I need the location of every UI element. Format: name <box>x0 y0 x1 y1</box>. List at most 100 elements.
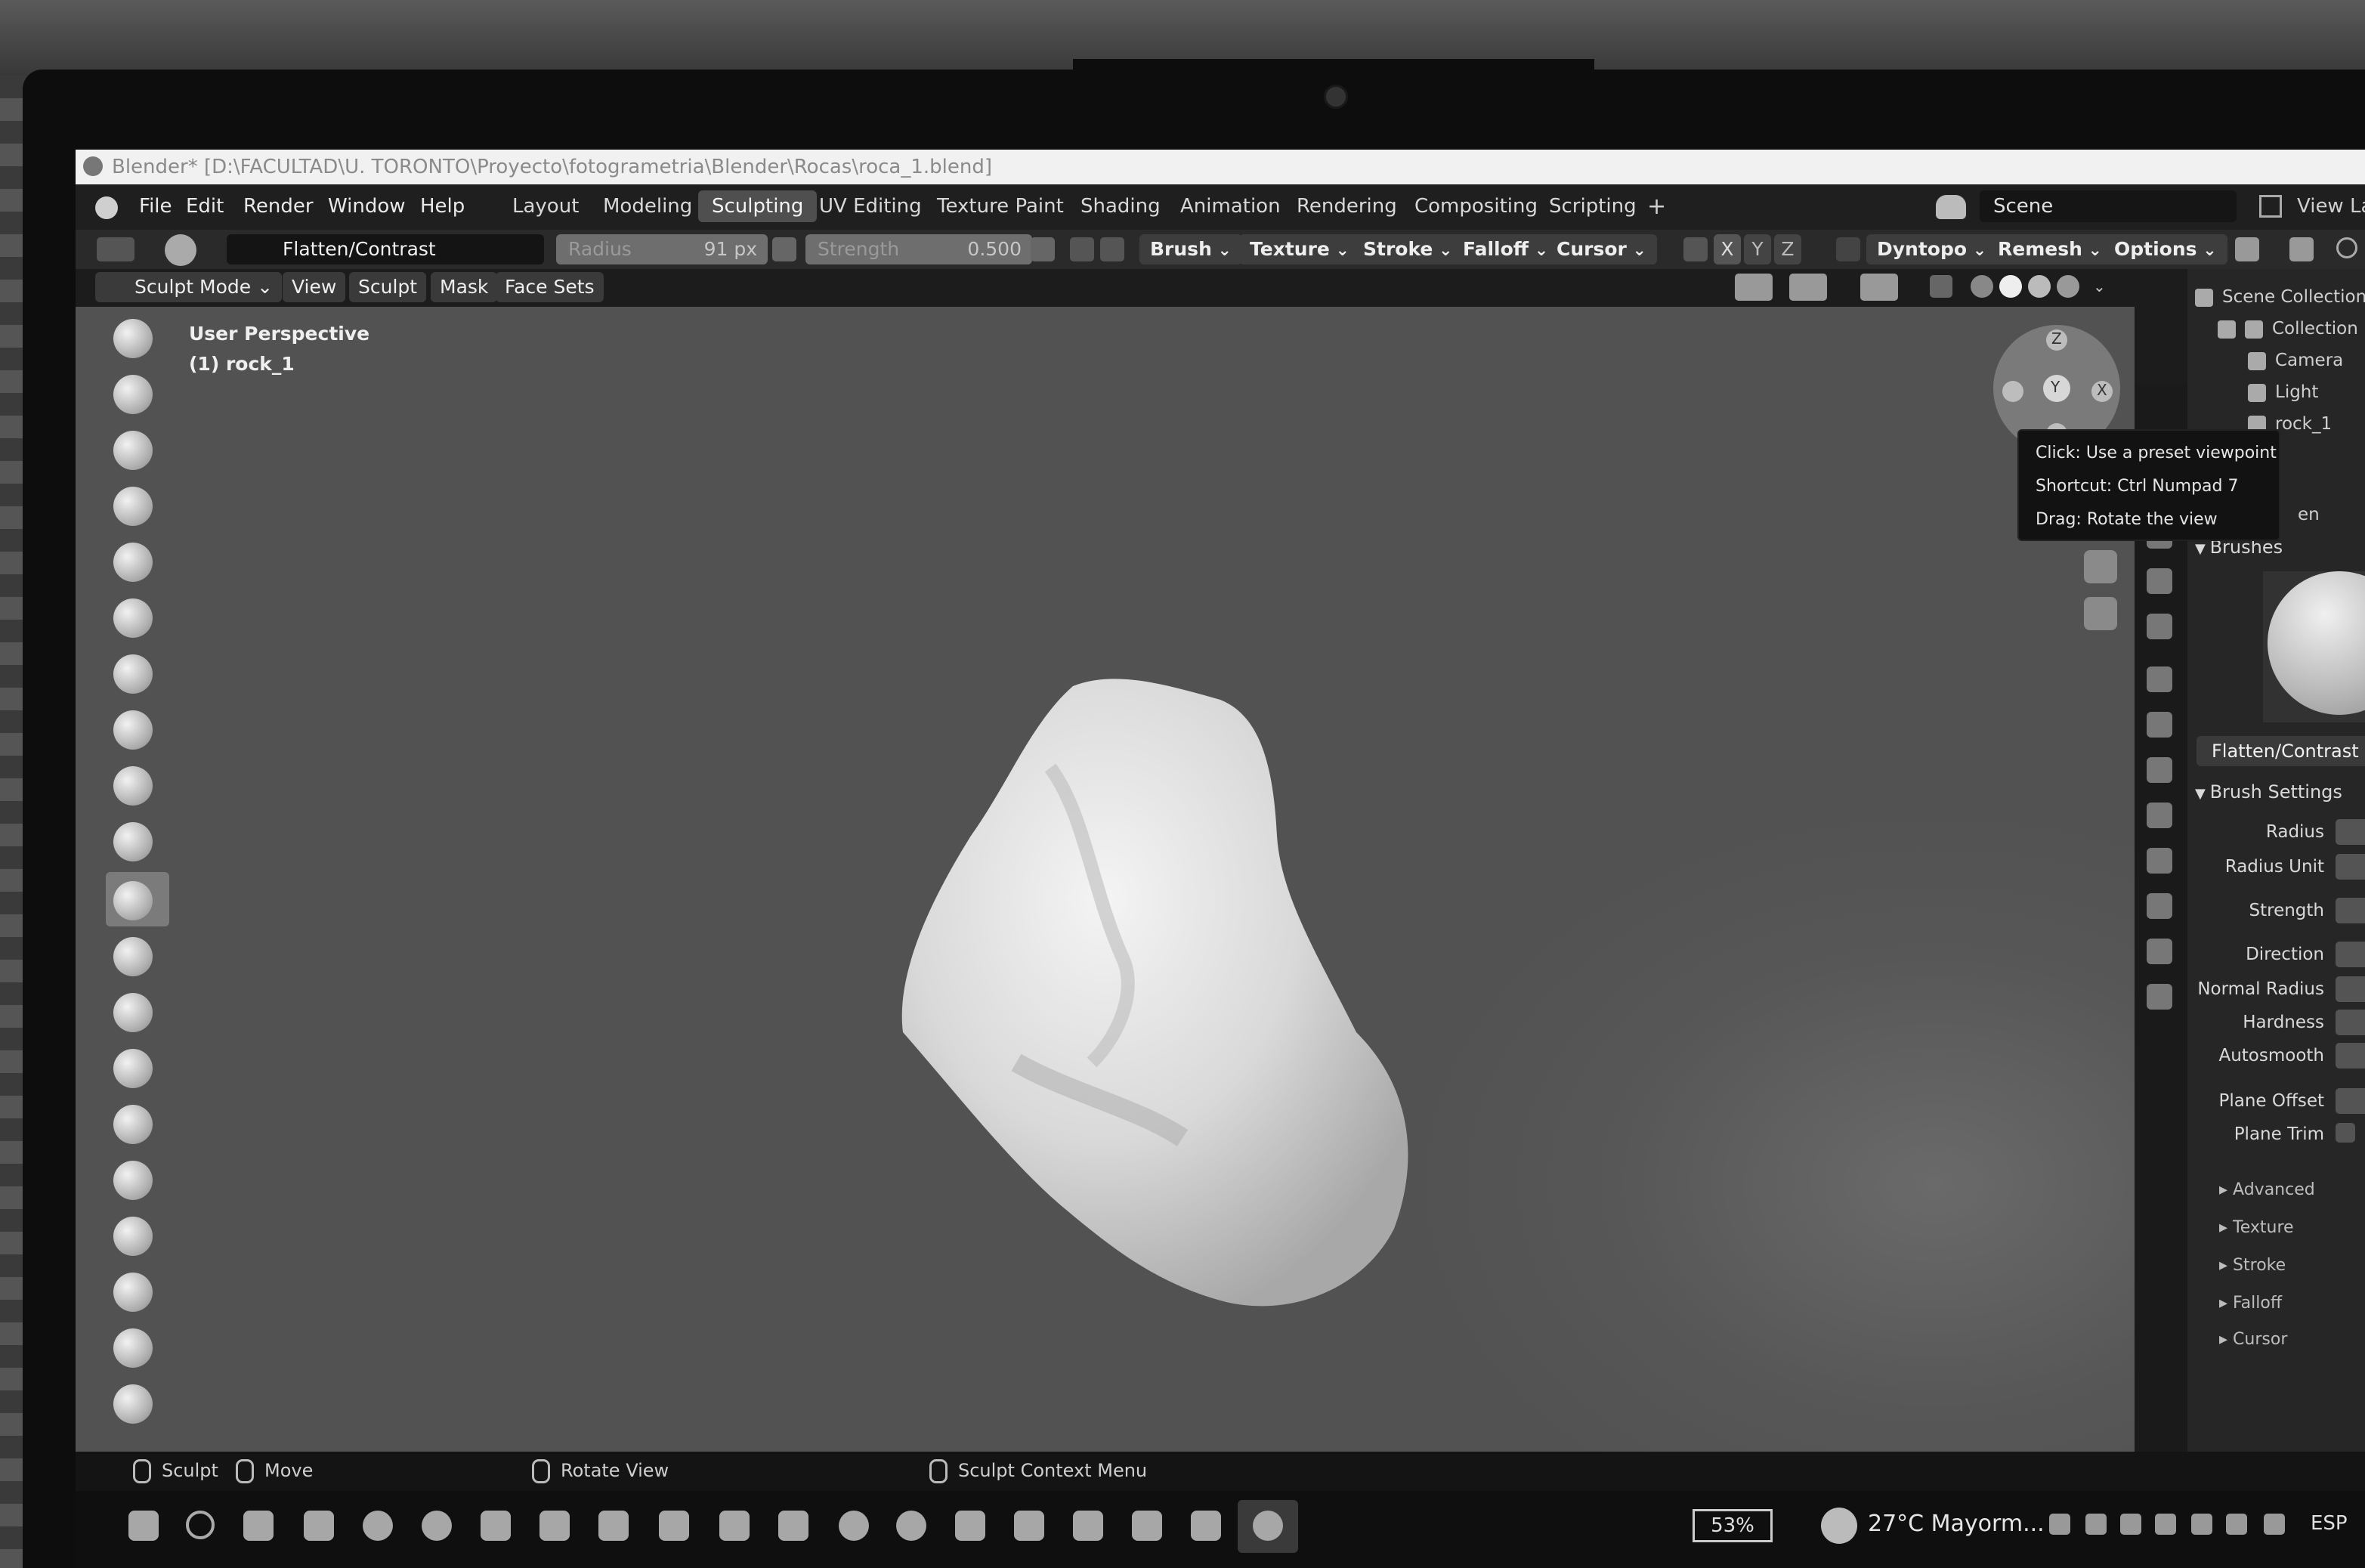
symmetry-icon[interactable] <box>1683 237 1708 261</box>
flatten-brush-icon[interactable] <box>113 881 153 920</box>
clay-brush-icon[interactable] <box>113 431 153 470</box>
menu-view[interactable]: View <box>283 272 346 302</box>
subtract-direction-icon[interactable] <box>1100 237 1124 261</box>
brush-dropdown[interactable]: Brush <box>1139 234 1242 264</box>
radius-slider[interactable]: Radius 91 px <box>556 234 768 264</box>
battery-indicator[interactable]: 53% <box>1693 1509 1773 1542</box>
wireframe-shading-icon[interactable] <box>1971 275 1993 298</box>
smooth-brush-icon[interactable] <box>113 822 153 861</box>
menu-mask[interactable]: Mask <box>431 272 498 302</box>
grab-brush-icon[interactable] <box>113 1161 153 1200</box>
app-icon[interactable] <box>481 1511 511 1541</box>
windows-start-icon[interactable] <box>128 1511 159 1541</box>
multiplane-scrape-brush-icon[interactable] <box>113 1049 153 1088</box>
world-props-icon[interactable] <box>2147 614 2172 639</box>
solid-shading-icon[interactable] <box>1999 275 2022 298</box>
crease-brush-icon[interactable] <box>113 766 153 806</box>
brush-sphere-icon[interactable] <box>165 234 196 266</box>
language-indicator[interactable]: ESP <box>2311 1512 2348 1535</box>
visibility-icon[interactable] <box>1735 274 1773 301</box>
viewport-gizmo-icon[interactable] <box>1789 274 1827 301</box>
gizmo-x-axis[interactable]: X <box>2091 381 2113 402</box>
menu-window[interactable]: Window <box>328 195 406 218</box>
clay-thumb-brush-icon[interactable] <box>113 543 153 582</box>
3d-viewport[interactable]: User Perspective (1) rock_1 Z Y X <box>76 307 2135 1452</box>
modifier-props-icon[interactable] <box>2147 757 2172 783</box>
radius-unit-prop-field[interactable] <box>2336 854 2365 880</box>
material-shading-icon[interactable] <box>2028 275 2051 298</box>
scrape-brush-icon[interactable] <box>113 993 153 1032</box>
brush-name-display[interactable]: Flatten/Contrast <box>2197 736 2365 766</box>
volume-icon[interactable] <box>2226 1514 2247 1535</box>
ortho-toggle-icon[interactable] <box>2084 597 2117 630</box>
blob-brush-icon[interactable] <box>113 710 153 750</box>
task-view-icon[interactable] <box>243 1511 274 1541</box>
stroke-dropdown[interactable]: Stroke <box>1353 234 1464 264</box>
photos-icon[interactable] <box>1073 1511 1103 1541</box>
snake-hook-brush-icon[interactable] <box>113 1273 153 1312</box>
falloff-subpanel[interactable]: Falloff <box>2219 1294 2282 1313</box>
outliner-collection[interactable]: Collection <box>2218 319 2358 339</box>
blender-taskbar-icon[interactable] <box>1253 1511 1283 1541</box>
menu-edit[interactable]: Edit <box>186 195 224 218</box>
plane-offset-prop-field[interactable] <box>2336 1088 2365 1114</box>
dyntopo-checkbox[interactable] <box>1836 237 1860 261</box>
layer-brush-icon[interactable] <box>113 598 153 638</box>
scene-props-icon[interactable] <box>2147 568 2172 594</box>
normal-radius-prop-field[interactable] <box>2336 976 2365 1002</box>
pinch-brush-icon[interactable] <box>113 1105 153 1144</box>
wifi-icon[interactable] <box>2191 1514 2212 1535</box>
rendered-shading-icon[interactable] <box>2057 275 2079 298</box>
tab-modeling[interactable]: Modeling <box>589 190 706 222</box>
axis-z-toggle[interactable]: Z <box>1774 234 1801 264</box>
view-layer-icon[interactable] <box>2259 195 2282 218</box>
brush-name-field[interactable]: Flatten/Contrast <box>227 234 544 264</box>
menu-sculpt[interactable]: Sculpt <box>349 272 427 302</box>
menu-render[interactable]: Render <box>243 195 314 218</box>
visual-studio-code-icon[interactable] <box>539 1511 570 1541</box>
mode-selector[interactable]: Sculpt Mode ⌄ <box>95 272 283 302</box>
cursor-subpanel[interactable]: Cursor <box>2219 1330 2287 1349</box>
tray-icon[interactable] <box>2085 1514 2107 1535</box>
strength-prop-field[interactable] <box>2336 898 2365 923</box>
particles-props-icon[interactable] <box>2147 803 2172 828</box>
tab-uv-editing[interactable]: UV Editing <box>805 190 935 222</box>
outliner-scene-collection[interactable]: Scene Collection <box>2195 287 2365 307</box>
radius-prop-field[interactable] <box>2336 819 2365 845</box>
draw-brush-icon[interactable] <box>113 319 153 358</box>
xray-icon[interactable] <box>1930 275 1952 298</box>
app-icon[interactable] <box>839 1511 869 1541</box>
fill-brush-icon[interactable] <box>113 937 153 976</box>
search-icon[interactable] <box>2336 237 2357 258</box>
advanced-subpanel[interactable]: Advanced <box>2219 1180 2315 1199</box>
blender-menu-icon[interactable] <box>95 196 118 219</box>
file-explorer-icon[interactable] <box>304 1511 334 1541</box>
app-icon[interactable] <box>1132 1511 1162 1541</box>
checkbox-icon[interactable] <box>2218 320 2236 339</box>
app-icon[interactable] <box>659 1511 689 1541</box>
tab-scripting[interactable]: Scripting <box>1535 190 1650 222</box>
dyntopo-dropdown[interactable]: Dyntopo <box>1866 234 1998 264</box>
battery-icon[interactable] <box>2155 1514 2176 1535</box>
elastic-deform-brush-icon[interactable] <box>113 1217 153 1256</box>
view-layer-label[interactable]: View Lay <box>2297 195 2365 218</box>
add-direction-icon[interactable] <box>1070 237 1094 261</box>
texture-dropdown[interactable]: Texture <box>1239 234 1360 264</box>
brush-settings-header[interactable]: Brush Settings <box>2195 781 2342 803</box>
app-icon[interactable] <box>1191 1511 1221 1541</box>
draw-sharp-brush-icon[interactable] <box>113 375 153 414</box>
illustrator-icon[interactable] <box>955 1511 985 1541</box>
scene-icon[interactable] <box>1936 195 1966 219</box>
overlays-icon[interactable] <box>1860 274 1898 301</box>
tray-icon[interactable] <box>2264 1514 2285 1535</box>
shading-dropdown-icon[interactable]: ⌄ <box>2093 279 2110 294</box>
physics-props-icon[interactable] <box>2147 848 2172 874</box>
gizmo-y-axis[interactable]: Y <box>2043 375 2070 402</box>
tab-layout[interactable]: Layout <box>499 190 592 222</box>
gizmo-z-axis[interactable]: Z <box>2046 329 2067 351</box>
brush-preview[interactable] <box>2263 571 2365 722</box>
plane-trim-checkbox[interactable] <box>2336 1123 2355 1143</box>
options-dropdown[interactable]: Options <box>2104 234 2227 264</box>
strength-pressure-icon[interactable] <box>1031 237 1055 261</box>
tab-sculpting[interactable]: Sculpting <box>698 190 818 222</box>
